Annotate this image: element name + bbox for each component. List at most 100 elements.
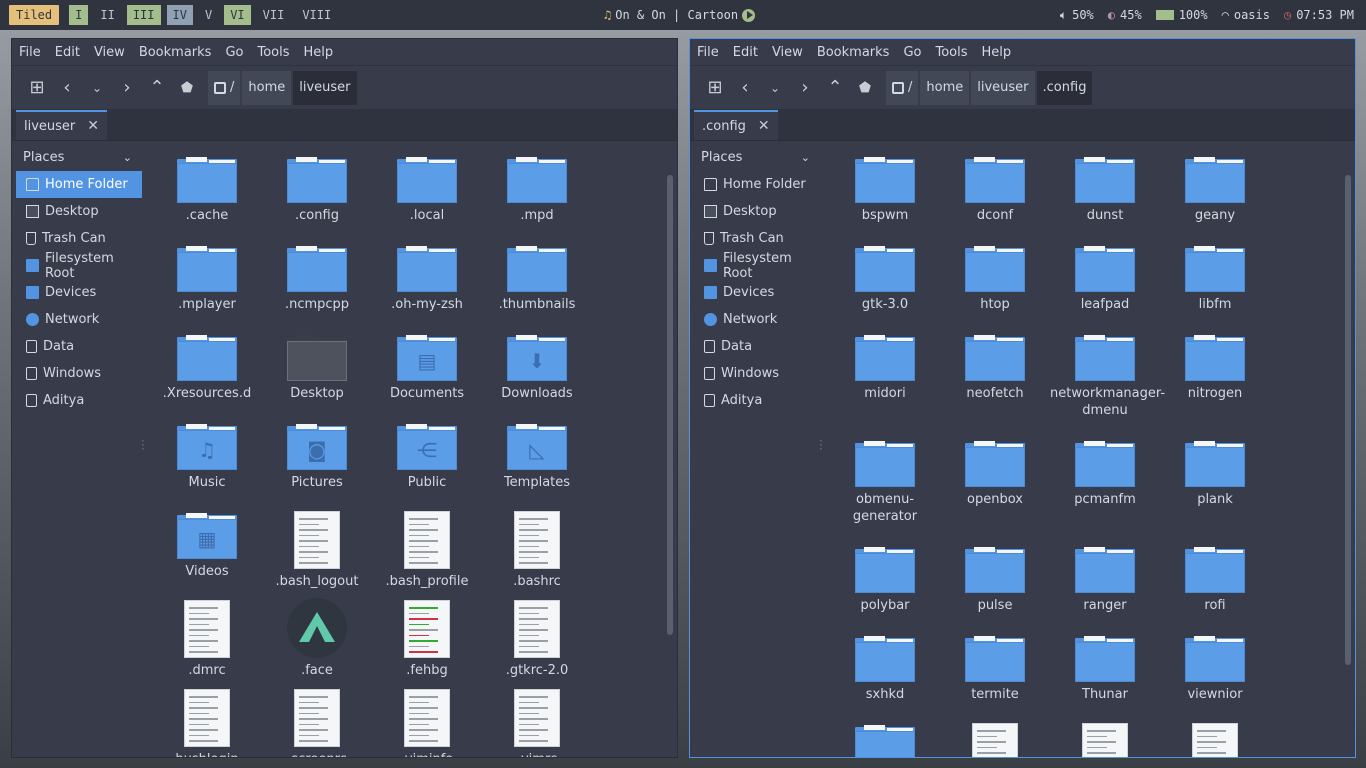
file-item[interactable]: ranger [1050,545,1160,614]
menu-go[interactable]: Go [225,45,243,60]
file-item[interactable]: sxhkd [830,634,940,703]
file-item[interactable]: .bashrc [482,511,592,590]
crumb-home[interactable]: home [242,70,292,105]
file-item[interactable]: pulse [940,545,1050,614]
file-item[interactable]: ▤ Documents [372,333,482,402]
file-item[interactable] [940,723,1050,757]
file-item[interactable]: ◺ Templates [482,422,592,491]
file-item[interactable]: .bash_logout [262,511,372,590]
file-item[interactable]: ▦ Videos [152,511,262,580]
file-item[interactable]: .bash_profile [372,511,482,590]
forward-icon[interactable]: › [790,71,820,105]
file-item[interactable]: .mplayer [152,244,262,313]
file-item[interactable]: .screenrc [262,689,372,757]
sidebar-item-filesystem[interactable]: Filesystem Root [694,251,820,281]
file-item[interactable]: ◙ Pictures [262,422,372,491]
file-item[interactable]: neofetch [940,333,1050,402]
menu-tools[interactable]: Tools [935,45,967,60]
file-item[interactable]: Thunar [1050,634,1160,703]
file-item[interactable]: .gtkrc-2.0 [482,600,592,679]
file-item[interactable]: hushlogin [152,689,262,757]
workspace-7[interactable]: VII [257,5,291,25]
file-item[interactable]: .mpd [482,155,592,224]
menu-view[interactable]: View [94,45,125,60]
file-item[interactable]: leafpad [1050,244,1160,313]
file-item[interactable]: .viminfo [372,689,482,757]
chevron-down-icon[interactable]: ⌄ [123,151,132,164]
file-item[interactable]: .Xresources.d [152,333,262,402]
sidebar-item-devices[interactable]: Devices [694,279,820,306]
forward-icon[interactable]: › [112,71,142,105]
file-item[interactable]: bspwm [830,155,940,224]
file-item[interactable]: rofi [1160,545,1270,614]
workspace-8[interactable]: VIII [296,5,337,25]
volume-icon[interactable]: 🔈︎ [1060,8,1067,23]
file-item[interactable]: viewnior [1160,634,1270,703]
sidebar-item-windows[interactable]: Windows [694,360,820,387]
back-icon[interactable]: ‹ [730,71,760,105]
menu-go[interactable]: Go [903,45,921,60]
sidebar-item-desktop[interactable]: Desktop [16,198,142,225]
up-icon[interactable]: ⌃ [142,71,172,105]
file-item[interactable]: .ncmpcpp [262,244,372,313]
sidebar-item-home[interactable]: Home Folder [16,171,142,198]
up-icon[interactable]: ⌃ [820,71,850,105]
workspace-2[interactable]: II [94,5,120,25]
places-header[interactable]: Places ⌄ [12,143,142,171]
crumb-root[interactable]: / [208,70,241,105]
layout-indicator[interactable]: Tiled [9,5,60,25]
file-item[interactable]: .config [262,155,372,224]
file-item[interactable]: .local [372,155,482,224]
file-item[interactable]: nitrogen [1160,333,1270,402]
home-icon[interactable]: ⬟ [172,71,202,105]
tab-liveuser[interactable]: liveuser ✕ [16,110,108,140]
workspace-4[interactable]: IV [166,5,193,25]
file-item[interactable]: Desktop [262,333,372,402]
file-item[interactable]: geany [1160,155,1270,224]
file-item[interactable]: plank [1160,439,1270,508]
menu-edit[interactable]: Edit [55,45,80,60]
menu-tools[interactable]: Tools [257,45,289,60]
tab-config[interactable]: .config ✕ [694,110,778,140]
file-item[interactable]: pcmanfm [1050,439,1160,508]
file-item[interactable]: gtk-3.0 [830,244,940,313]
sidebar-item-windows[interactable]: Windows [16,360,142,387]
workspace-5[interactable]: V [199,5,218,25]
file-item[interactable]: .thumbnails [482,244,592,313]
file-item[interactable]: openbox [940,439,1050,508]
history-dropdown-icon[interactable]: ⌄ [760,71,790,105]
menu-edit[interactable]: Edit [733,45,758,60]
sidebar-item-aditya[interactable]: Aditya [694,387,820,414]
menu-bookmarks[interactable]: Bookmarks [817,45,890,60]
crumb-root[interactable]: / [886,70,919,105]
file-item[interactable] [1160,723,1270,757]
file-item[interactable]: polybar [830,545,940,614]
crumb-liveuser[interactable]: liveuser [971,70,1035,105]
file-item[interactable]: ⬇ Downloads [482,333,592,402]
sidebar-item-home[interactable]: Home Folder [694,171,820,198]
file-item[interactable]: .fehbg [372,600,482,679]
sidebar-item-network[interactable]: Network [16,306,142,333]
play-icon[interactable] [742,8,756,22]
file-item[interactable]: .cache [152,155,262,224]
history-dropdown-icon[interactable]: ⌄ [82,71,112,105]
file-item[interactable]: dconf [940,155,1050,224]
file-item[interactable]: obmenu- generator [830,439,940,525]
close-tab-icon[interactable]: ✕ [758,118,770,134]
file-item[interactable]: .vimrc [482,689,592,757]
file-item[interactable] [830,723,940,757]
file-item[interactable]: htop [940,244,1050,313]
menu-file[interactable]: File [19,45,41,60]
workspace-1[interactable]: I [69,5,89,25]
new-tab-icon[interactable]: ⊞ [700,71,730,105]
wifi-icon[interactable]: ◠ [1222,8,1229,22]
chevron-down-icon[interactable]: ⌄ [801,151,810,164]
file-item[interactable]: .face [262,598,372,679]
sidebar-item-trash[interactable]: Trash Can [16,225,142,252]
file-item[interactable]: ⋲ Public [372,422,482,491]
menu-file[interactable]: File [697,45,719,60]
menu-help[interactable]: Help [982,45,1012,60]
file-item[interactable]: ♫ Music [152,422,262,491]
menu-view[interactable]: View [772,45,803,60]
sidebar-item-trash[interactable]: Trash Can [694,225,820,252]
